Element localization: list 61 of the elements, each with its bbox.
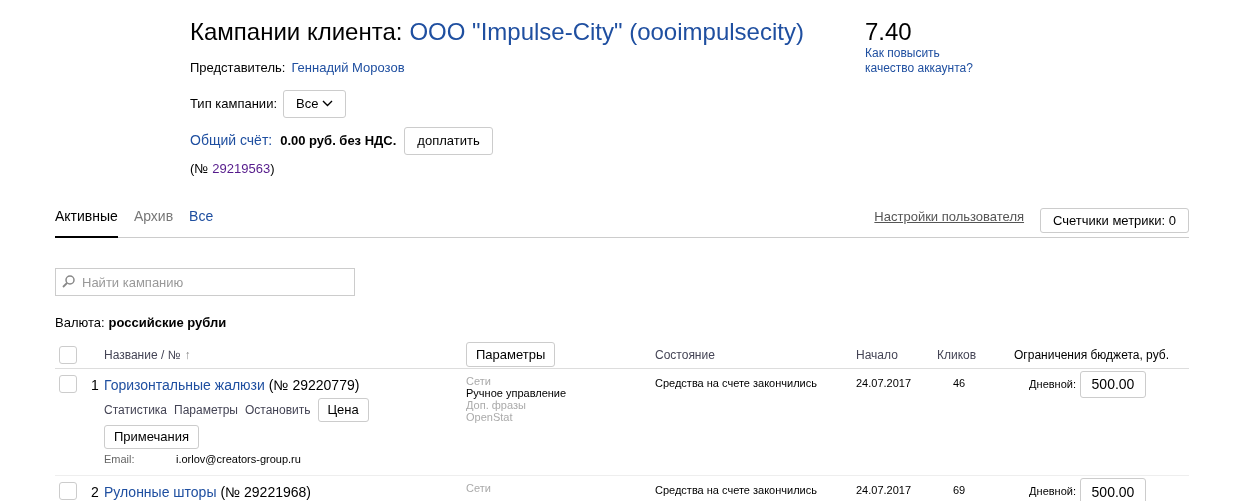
email-value: i.orlov@creators-group.ru: [176, 451, 301, 467]
page-title: Кампании клиента:: [190, 17, 403, 47]
column-header: Начало: [856, 346, 899, 364]
column-header: Ограничения бюджета, руб.: [1013, 346, 1170, 364]
account-number-prefix: (№: [190, 159, 209, 178]
checkbox[interactable]: [59, 345, 77, 364]
start-cell-text: 24.07.2017: [856, 483, 913, 498]
chevron-down-icon: [322, 100, 334, 107]
state-cell-text: Средства на счете закончились: [655, 483, 818, 498]
sort-arrow[interactable]: ↑: [184, 345, 191, 364]
quality-score: 7.40: [865, 18, 913, 46]
setting-text: Ручное управление: [466, 386, 568, 399]
campaign-number: (№ 29221968): [220, 483, 311, 501]
clicks-cell-text: 69: [952, 483, 967, 498]
representative-link[interactable]: Геннадий Морозов: [291, 58, 405, 78]
state-cell-text: Средства на счете закончились: [655, 375, 818, 391]
campaign-type-dropdown[interactable]: Все: [283, 89, 347, 118]
budget-label: Дневной:: [1029, 376, 1076, 392]
setting-text: OpenStat: [466, 410, 513, 423]
campaign-link[interactable]: Горизонтальные жалюзи: [104, 374, 265, 396]
column-header: Кликов: [937, 346, 978, 364]
column-header[interactable]: Название / №: [104, 345, 181, 364]
email-label: Email:: [104, 451, 136, 467]
params-button[interactable]: Параметры: [466, 342, 556, 367]
search-field[interactable]: Найти кампанию: [55, 268, 355, 296]
start-cell-text: 24.07.2017: [856, 375, 913, 391]
account-link[interactable]: Общий счёт:: [190, 130, 273, 151]
action-link[interactable]: Статистика: [104, 400, 168, 419]
row-number: 1: [91, 375, 99, 395]
campaign-link[interactable]: Рулонные шторы: [104, 482, 217, 501]
account-balance: 0.00 руб. без НДС.: [280, 131, 397, 150]
column-header: Состояние: [655, 346, 716, 364]
currency-label: Валюта:: [55, 314, 105, 332]
budget-field[interactable]: 500.00: [1080, 370, 1146, 398]
checkbox[interactable]: [59, 374, 77, 393]
clicks-cell-text: 46: [952, 375, 967, 391]
row-number: 2: [91, 483, 99, 501]
account-number-link[interactable]: 29219563: [212, 158, 271, 178]
tab[interactable]: Все: [189, 206, 214, 238]
quality-link[interactable]: Как повысить качество аккаунта?: [865, 46, 985, 76]
setting-text: Сети: [466, 374, 492, 387]
representative-label: Представитель:: [190, 59, 286, 77]
action-link[interactable]: Параметры: [174, 400, 238, 419]
client-link[interactable]: ООО "Impulse-City" (oooimpulsecity): [409, 16, 804, 48]
campaign-number: (№ 29220779): [268, 375, 360, 395]
user-settings-link[interactable]: Настройки пользователя: [874, 206, 1025, 226]
setting-text: Доп. фразы: [466, 398, 526, 411]
search-icon: [62, 275, 75, 288]
price-button[interactable]: Цена: [317, 397, 369, 422]
account-number-suffix: ): [270, 159, 275, 178]
checkbox[interactable]: [59, 482, 77, 500]
action-link[interactable]: Остановить: [245, 400, 311, 419]
notes-button[interactable]: Примечания: [104, 424, 200, 449]
tab[interactable]: Активные: [55, 206, 118, 238]
setting-text: Сети: [466, 482, 492, 494]
budget-field[interactable]: 500.00: [1080, 478, 1146, 501]
currency-value: российские рубли: [108, 314, 227, 332]
campaign-type-label: Тип кампании:: [190, 94, 277, 113]
metrics-button[interactable]: Счетчики метрики: 0: [1040, 208, 1189, 233]
budget-label: Дневной:: [1029, 484, 1076, 500]
topup-button[interactable]: доплатить: [404, 126, 493, 155]
